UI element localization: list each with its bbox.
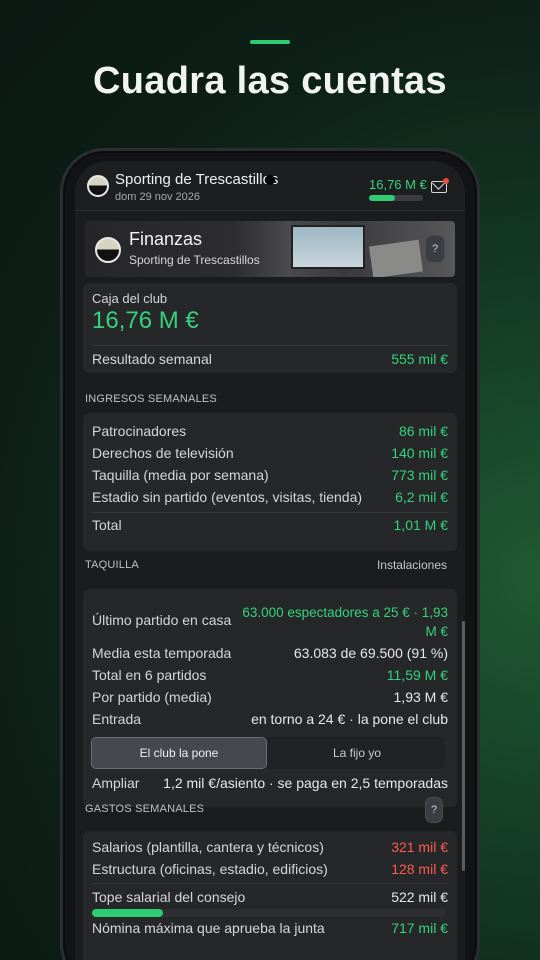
club-balance[interactable]: 16,76 M € [369,177,427,192]
ticket-value: 63.083 de 69.500 (91 %) [293,645,448,661]
ticket-label: Total en 6 partidos [92,667,207,683]
salary-cap-bar [92,909,446,917]
help-button[interactable]: ? [425,235,445,263]
income-label: Taquilla (media por semana) [92,467,269,483]
salary-cap-value: 522 mil € [391,889,448,905]
salary-cap-row: Tope salarial del consejo 522 mil € [92,889,448,905]
facilities-link[interactable]: Instalaciones [377,558,447,572]
income-row: Taquilla (media por semana) 773 mil € [92,467,448,483]
balance-bar-fill [369,195,395,201]
accent-bar [250,40,290,44]
income-row: Patrocinadores 86 mil € [92,423,448,439]
page-subtitle: Sporting de Trescastillos [129,253,260,267]
income-row: Estadio sin partido (eventos, visitas, t… [92,489,448,505]
last-match-value: 63.000 espectadores a 25 € · 1,93 [242,605,448,620]
ticketing-section-title: TAQUILLA [85,559,139,571]
max-payroll-value: 717 mil € [391,920,448,936]
income-value: 6,2 mil € [395,489,448,505]
income-label: Estadio sin partido (eventos, visitas, t… [92,489,363,505]
income-total-value: 1,01 M € [393,517,448,533]
expenses-section-title: GASTOS SEMANALES [85,803,205,815]
banner-crest-icon [95,237,121,263]
balance-bar [369,195,423,201]
income-card: Patrocinadores 86 mil € Derechos de tele… [83,413,457,551]
expense-label: Estructura (oficinas, estadio, edificios… [92,861,328,877]
ticketing-card: Último partido en casa 63.000 espectador… [83,589,457,807]
scrollbar[interactable] [462,621,465,871]
ticket-value: 1,93 M € [393,689,448,705]
page-title: Finanzas [129,229,203,249]
club-sets-price-option[interactable]: El club la pone [91,737,267,769]
ticket-label: Entrada [92,711,142,727]
top-bar: Sporting de Trescastillos dom 29 nov 202… [75,161,465,211]
phone-frame: Sporting de Trescastillos dom 29 nov 202… [60,148,480,960]
income-label: Derechos de televisión [92,445,234,461]
ticket-value: 11,59 M € [386,667,448,683]
max-payroll-label: Nómina máxima que aprueba la junta [92,920,325,936]
finance-banner: Finanzas Sporting de Trescastillos ? [85,221,455,277]
expense-value: 128 mil € [391,861,448,877]
income-row: Derechos de televisión 140 mil € [92,445,448,461]
ticket-row: Entrada en torno a 24 € · la pone el clu… [92,711,448,727]
ticket-row: Media esta temporada 63.083 de 69.500 (9… [92,645,448,661]
income-value: 140 mil € [391,445,448,461]
expand-label: Ampliar [92,775,140,791]
notification-dot [443,178,449,184]
expand-value: 1,2 mil €/asiento · se paga en 2,5 tempo… [163,775,448,791]
income-value: 86 mil € [398,423,448,439]
ticket-row: Total en 6 partidos 11,59 M € [92,667,448,683]
banner-monitor-image [291,225,365,269]
promo-headline: Cuadra las cuentas [93,60,447,102]
expense-value: 321 mil € [391,839,448,855]
i-set-price-option[interactable]: La fijo yo [269,737,445,769]
game-date: dom 29 nov 2026 [115,191,201,203]
club-crest-icon [87,175,109,197]
weekly-result-value: 555 mil € [391,351,448,367]
expand-stadium-row[interactable]: Ampliar 1,2 mil €/asiento · se paga en 2… [92,775,448,791]
app-screen: Sporting de Trescastillos dom 29 nov 202… [75,161,465,960]
cash-card: Caja del club 16,76 M € Resultado semana… [83,283,457,373]
expenses-card: Salarios (plantilla, cantera y técnicos)… [83,831,457,960]
income-section-title: INGRESOS SEMANALES [85,393,217,405]
expenses-help-button[interactable]: ? [425,797,443,823]
salary-cap-bar-fill [92,909,163,917]
expense-row: Salarios (plantilla, cantera y técnicos)… [92,839,448,855]
club-name: Sporting de Trescastillos [115,171,279,188]
ticket-row: Por partido (media) 1,93 M € [92,689,448,705]
banner-paper-image [369,239,423,277]
cash-value: 16,76 M € [92,307,199,334]
ticket-price-toggle: El club la pone La fijo yo [91,737,445,769]
income-total-row: Total 1,01 M € [92,517,448,533]
salary-cap-label: Tope salarial del consejo [92,889,246,905]
camera-notch [265,175,275,185]
expense-label: Salarios (plantilla, cantera y técnicos) [92,839,324,855]
ticket-label: Media esta temporada [92,645,232,661]
income-value: 773 mil € [391,467,448,483]
ticket-label: Por partido (media) [92,689,212,705]
weekly-result-label: Resultado semanal [92,351,212,367]
ticket-value: en torno a 24 € · la pone el club [251,711,448,727]
last-match-row: Último partido en casa 63.000 espectador… [92,603,448,641]
income-total-label: Total [92,517,122,533]
expense-row: Estructura (oficinas, estadio, edificios… [92,861,448,877]
last-match-value-cont: M € [425,624,448,639]
weekly-result-row: Resultado semanal 555 mil € [92,351,448,367]
income-label: Patrocinadores [92,423,187,439]
max-payroll-row: Nómina máxima que aprueba la junta 717 m… [92,920,448,936]
cash-label: Caja del club [92,291,168,306]
last-match-label: Último partido en casa [92,612,232,628]
finance-content: Finanzas Sporting de Trescastillos ? Caj… [75,211,465,960]
